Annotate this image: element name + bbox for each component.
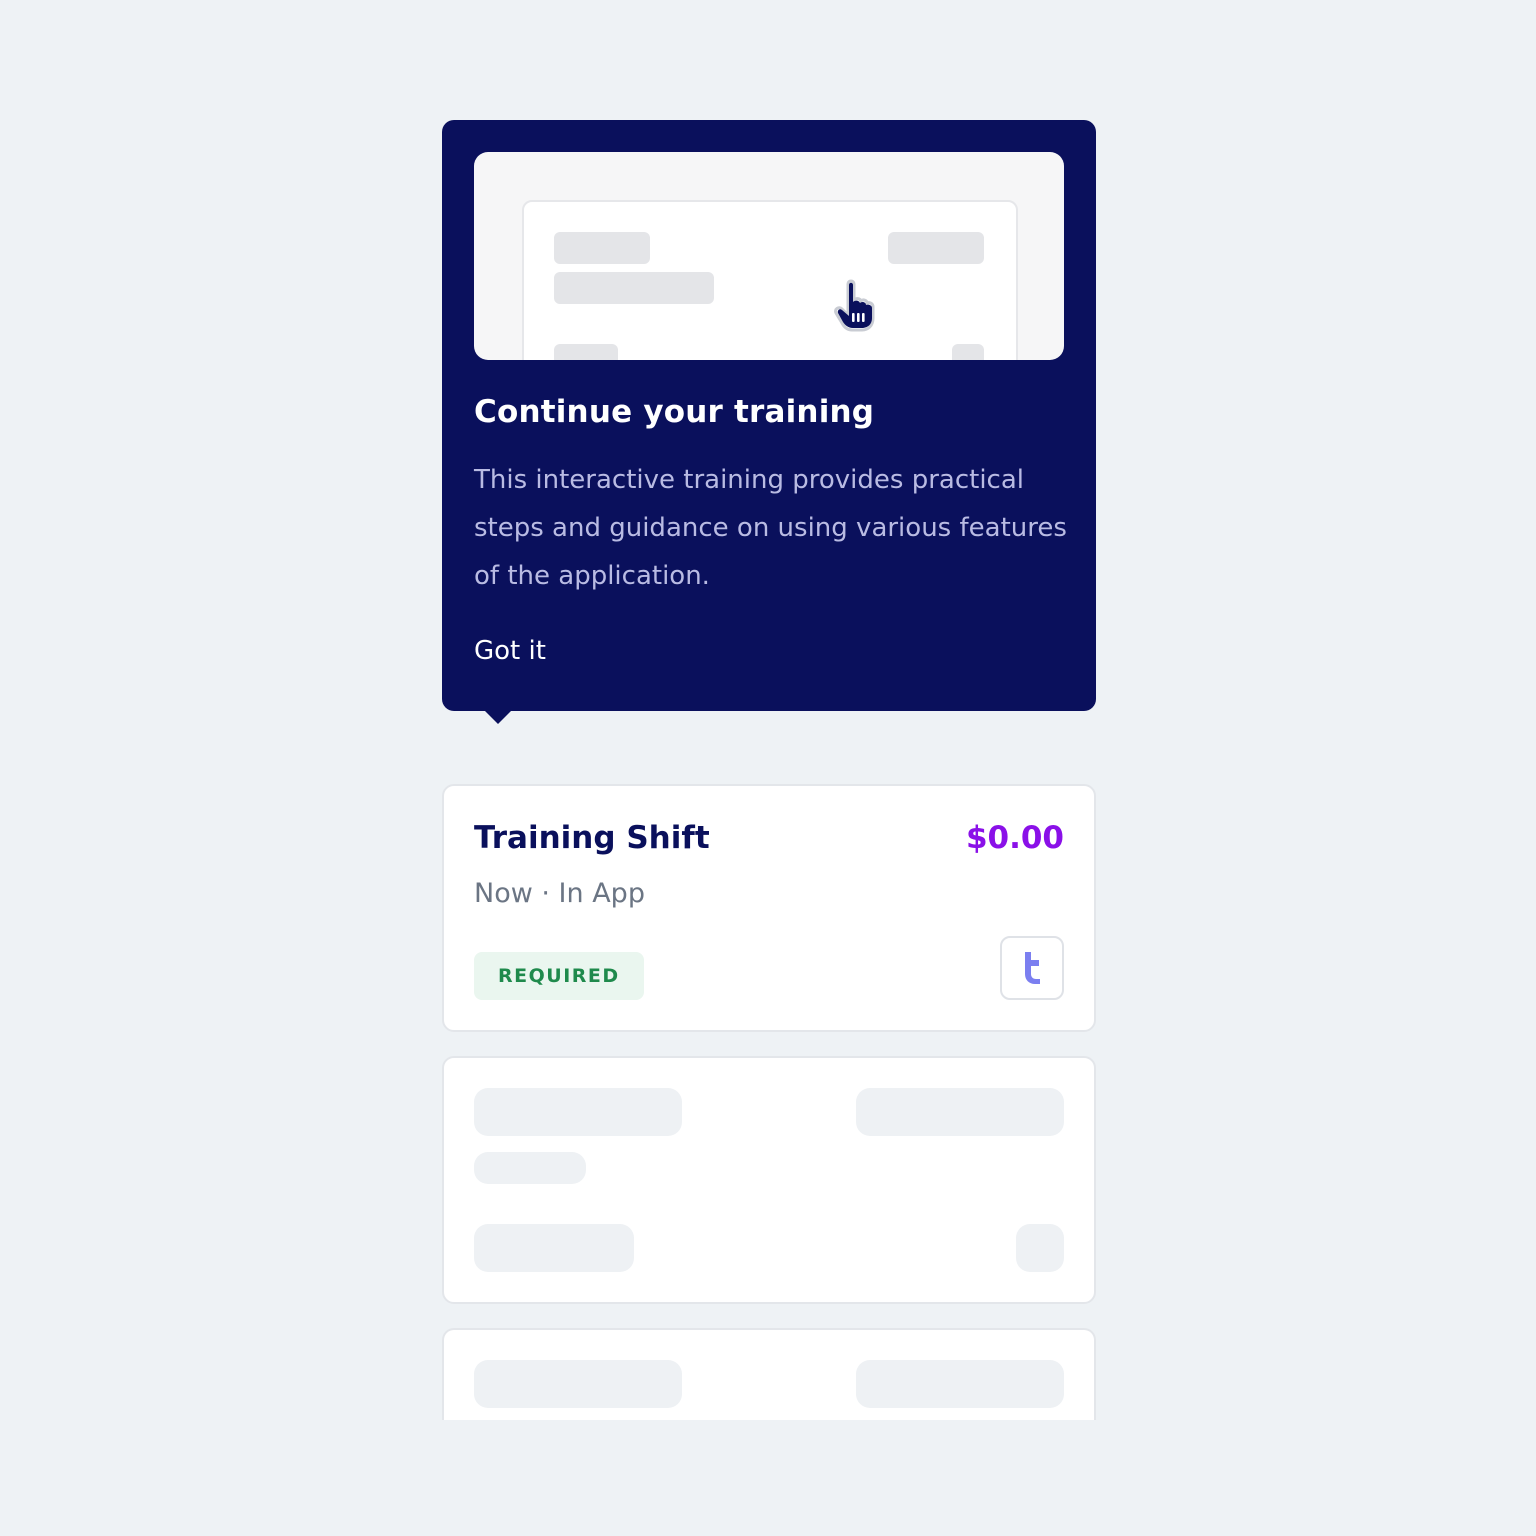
required-badge: REQUIRED [474, 952, 644, 1000]
t-logo-icon [1000, 936, 1064, 1000]
training-shift-card[interactable]: Training Shift $0.00 Now · In App REQUIR… [442, 784, 1096, 1032]
t-logo-glyph [1025, 952, 1040, 984]
preview-placeholder [952, 344, 984, 360]
shift-price: $0.00 [965, 820, 1064, 856]
skeleton-line [474, 1152, 586, 1184]
preview-placeholder [554, 344, 618, 360]
tooltip-pointer-arrow [478, 704, 518, 724]
training-tooltip: Continue your training This interactive … [442, 120, 1096, 711]
preview-placeholder [554, 272, 714, 304]
tooltip-description: This interactive training provides pract… [474, 465, 1067, 591]
skeleton-line [856, 1360, 1064, 1408]
skeleton-line [474, 1088, 682, 1136]
shift-title: Training Shift [474, 820, 710, 856]
preview-placeholder [888, 232, 984, 264]
skeleton-line [474, 1224, 634, 1272]
skeleton-card [442, 1056, 1096, 1304]
page: Continue your training This interactive … [0, 0, 1536, 1536]
tooltip-preview-illustration [474, 152, 1064, 360]
skeleton-card [442, 1328, 1096, 1420]
skeleton-line [1016, 1224, 1064, 1272]
shift-meta: Now · In App [474, 878, 645, 909]
tooltip-title: Continue your training [474, 394, 875, 430]
skeleton-line [856, 1088, 1064, 1136]
got-it-button[interactable]: Got it [474, 636, 546, 666]
pointer-hand-icon [834, 279, 875, 332]
skeleton-line [474, 1360, 682, 1408]
preview-placeholder [554, 232, 650, 264]
preview-card [522, 200, 1018, 360]
